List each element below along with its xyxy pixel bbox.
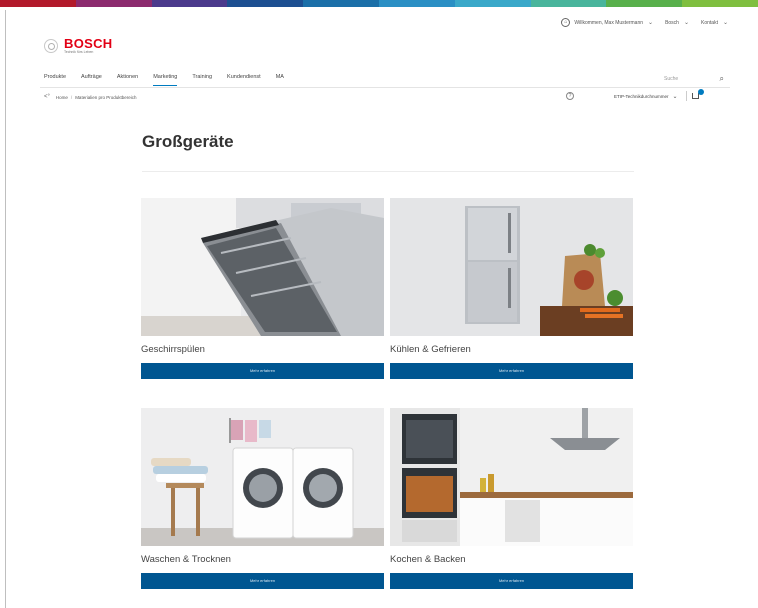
nav-item-aktionen[interactable]: Aktionen: [117, 74, 138, 84]
mehr-erfahren-button[interactable]: Mehr erfahren: [141, 573, 384, 589]
supergraphic-segment: [0, 0, 76, 7]
nav-item-ma[interactable]: MA: [276, 74, 284, 84]
category-card-kochen: Kochen & Backen Mehr erfahren: [390, 408, 633, 592]
nav-item-training[interactable]: Training: [192, 74, 212, 84]
chevron-down-icon: ⌄: [648, 20, 654, 26]
user-icon: ⌂: [561, 18, 571, 27]
search-icon[interactable]: ⌕: [720, 74, 724, 84]
supergraphic-segment: [227, 0, 304, 7]
utility-nav: ⌂ Willkommen, Max Mustermann ⌄ Bosch ⌄ K…: [549, 18, 728, 27]
fridge-illustration: [390, 198, 633, 336]
cart-icon[interactable]: [691, 89, 704, 101]
category-label: Kühlen & Gefrieren: [390, 344, 471, 355]
washer-image[interactable]: [141, 408, 384, 546]
chevron-down-icon: ⌄: [672, 93, 678, 100]
category-card-geschirrspuelen: Geschirrspülen Mehr erfahren: [141, 198, 384, 384]
nav-item-produkte[interactable]: Produkte: [44, 74, 66, 84]
nav-item-marketing[interactable]: Marketing: [153, 74, 178, 86]
dishwasher-image[interactable]: [141, 198, 384, 336]
cart-badge: [697, 89, 704, 95]
welcome-user-menu[interactable]: ⌂ Willkommen, Max Mustermann ⌄: [561, 18, 653, 27]
supergraphic-segment: [378, 0, 455, 7]
breadcrumb: <° Home / Materialien pro Produktbereich: [44, 94, 136, 100]
breadcrumb-separator: /: [70, 94, 73, 100]
header-divider: [40, 87, 730, 88]
supergraphic-segment: [530, 0, 607, 7]
oven-image[interactable]: [390, 408, 633, 546]
supergraphic-bar: [0, 0, 758, 7]
oven-illustration: [390, 408, 633, 546]
mehr-erfahren-button[interactable]: Mehr erfahren: [141, 363, 384, 379]
category-label: Waschen & Trocknen: [141, 554, 231, 565]
supergraphic-segment: [151, 0, 228, 7]
title-divider: [142, 171, 634, 172]
help-icon[interactable]: ?: [566, 92, 574, 100]
main-nav: Produkte Aufträge Aktionen Marketing Tra…: [44, 74, 299, 86]
number-select[interactable]: ETIP-Technikdurchnummer ⌄: [614, 93, 678, 100]
supergraphic-segment: [454, 0, 531, 7]
number-select-label: ETIP-Technikdurchnummer: [614, 93, 669, 99]
tools-divider: [685, 91, 687, 101]
category-label: Geschirrspülen: [141, 344, 205, 355]
nav-item-kundendienst[interactable]: Kundendienst: [227, 74, 261, 84]
category-label: Kochen & Backen: [390, 554, 466, 565]
category-card-kuehlen: Kühlen & Gefrieren Mehr erfahren: [390, 198, 633, 384]
welcome-text: Willkommen, Max Mustermann: [574, 19, 644, 26]
logo-brand: BOSCH: [64, 36, 113, 51]
chevron-down-icon: ⌄: [722, 20, 728, 26]
search-input[interactable]: Suche ⌕: [654, 73, 724, 85]
supergraphic-segment: [682, 0, 758, 7]
account-menu[interactable]: Bosch ⌄: [665, 19, 689, 27]
contact-label: Kontakt: [701, 19, 718, 26]
search-placeholder: Suche: [664, 76, 679, 82]
bosch-logo[interactable]: BOSCH Technik fürs Leben: [44, 37, 112, 55]
page-title: Großgeräte: [142, 132, 234, 151]
category-card-waschen: Waschen & Trocknen Mehr erfahren: [141, 408, 384, 592]
nav-item-auftraege[interactable]: Aufträge: [81, 74, 102, 84]
dishwasher-illustration: [141, 198, 384, 336]
supergraphic-segment: [303, 0, 379, 7]
cart-basket-shape: [691, 93, 699, 99]
contact-menu[interactable]: Kontakt ⌄: [701, 19, 728, 27]
header-tools: ? ETIP-Technikdurchnummer ⌄: [566, 89, 704, 101]
account-label: Bosch: [665, 19, 679, 26]
washer-illustration: [141, 408, 384, 546]
fridge-image[interactable]: [390, 198, 633, 336]
supergraphic-segment: [606, 0, 683, 7]
breadcrumb-home[interactable]: Home: [56, 95, 68, 100]
chevron-down-icon: ⌄: [683, 20, 689, 26]
bosch-armature-icon: [44, 39, 58, 53]
mehr-erfahren-button[interactable]: Mehr erfahren: [390, 363, 633, 379]
mehr-erfahren-button[interactable]: Mehr erfahren: [390, 573, 633, 589]
breadcrumb-current: Materialien pro Produktbereich: [75, 94, 137, 100]
share-icon[interactable]: <°: [44, 94, 50, 100]
supergraphic-segment: [75, 0, 152, 7]
